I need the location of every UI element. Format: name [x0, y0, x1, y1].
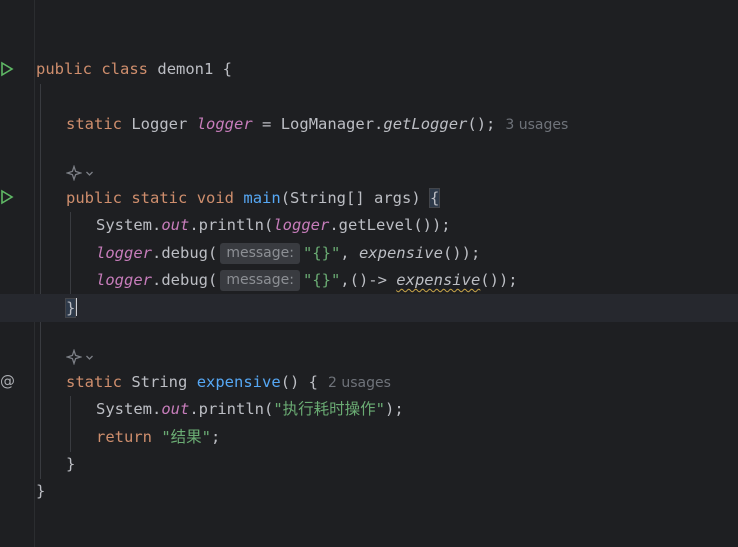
keyword: static: [66, 373, 122, 391]
keyword: class: [101, 60, 149, 78]
punctuation: ());: [480, 271, 518, 289]
type-name: String: [131, 373, 188, 391]
keyword: void: [196, 189, 235, 207]
code-line-debug-eager[interactable]: logger.debug(message: "{}", expensive());: [0, 239, 738, 267]
string-literal: "结果": [161, 428, 212, 446]
code-line-class-declaration[interactable]: public class demon1 {: [0, 55, 738, 83]
class-name: demon1 {: [157, 60, 233, 78]
ai-assistant-icon: [66, 165, 82, 181]
method-call: expensive: [358, 244, 443, 262]
code-line-return[interactable]: return "结果";: [0, 423, 738, 451]
field-reference: logger: [273, 216, 330, 234]
code-line-close-main[interactable]: }: [0, 294, 738, 322]
punctuation: ,: [340, 244, 359, 262]
string-literal: "{}": [302, 271, 341, 289]
punctuation: ());: [442, 244, 481, 262]
method-call: .println(: [189, 216, 274, 234]
usages-hint[interactable]: 3 usages: [505, 117, 568, 133]
code-line-logger-field[interactable]: static Logger logger = LogManager.getLog…: [0, 110, 738, 138]
method-call: .debug(: [152, 271, 218, 289]
parameters: (String[] args): [280, 189, 430, 207]
chevron-down-icon: [86, 171, 93, 176]
keyword: static: [131, 189, 188, 207]
string-literal: "{}": [302, 244, 341, 262]
class-reference: System.: [96, 216, 162, 234]
string-literal: "执行耗时操作": [273, 400, 385, 418]
ai-hint-expensive[interactable]: [66, 347, 94, 367]
method-name: expensive: [196, 373, 281, 391]
code-line-close-expensive[interactable]: }: [0, 450, 738, 478]
keyword: public: [66, 189, 122, 207]
closing-brace: }: [36, 482, 46, 500]
chevron-down-icon: [86, 355, 93, 360]
keyword: static: [66, 115, 122, 133]
keyword: public: [36, 60, 92, 78]
text-caret: [75, 298, 78, 316]
closing-brace: }: [66, 455, 76, 473]
ai-assistant-icon: [66, 349, 82, 365]
punctuation: ();: [467, 115, 496, 133]
field-reference: logger: [96, 271, 152, 289]
method-call-warning[interactable]: expensive: [396, 271, 480, 289]
usages-hint[interactable]: 2 usages: [328, 375, 391, 391]
method-call: .getLevel());: [329, 216, 451, 234]
operator: =: [262, 115, 272, 133]
punctuation: () {: [280, 373, 319, 391]
field-reference: logger: [96, 244, 152, 262]
method-call: getLogger: [383, 115, 468, 133]
matched-brace: {: [428, 188, 441, 208]
method-name: main: [243, 189, 281, 207]
method-call: .debug(: [152, 244, 218, 262]
code-line-println-level[interactable]: System.out.println(logger.getLevel());: [0, 211, 738, 239]
code-line-main-declaration[interactable]: public static void main(String[] args) {: [0, 184, 738, 212]
code-line-debug-lazy[interactable]: logger.debug(message: "{}",()-> expensive…: [0, 266, 738, 294]
ai-hint-main[interactable]: [66, 163, 94, 183]
class-reference: System.: [96, 400, 162, 418]
field-name: logger: [196, 115, 253, 133]
type-name: Logger: [131, 115, 188, 133]
code-line-expensive-declaration[interactable]: static String expensive() { 2 usages: [0, 368, 738, 396]
code-line-close-class[interactable]: }: [0, 477, 738, 505]
code-line-println-message[interactable]: System.out.println("执行耗时操作");: [0, 395, 738, 423]
class-reference: LogManager.: [280, 115, 384, 133]
static-field: out: [161, 400, 190, 418]
static-field: out: [161, 216, 190, 234]
punctuation: );: [385, 400, 404, 418]
keyword: return: [96, 428, 152, 446]
matched-brace: }: [64, 298, 77, 318]
punctuation: ;: [211, 428, 221, 446]
lambda-arrow: ,()->: [340, 271, 397, 289]
parameter-hint: message:: [220, 270, 300, 291]
method-call: .println(: [189, 400, 274, 418]
parameter-hint: message:: [220, 243, 300, 264]
